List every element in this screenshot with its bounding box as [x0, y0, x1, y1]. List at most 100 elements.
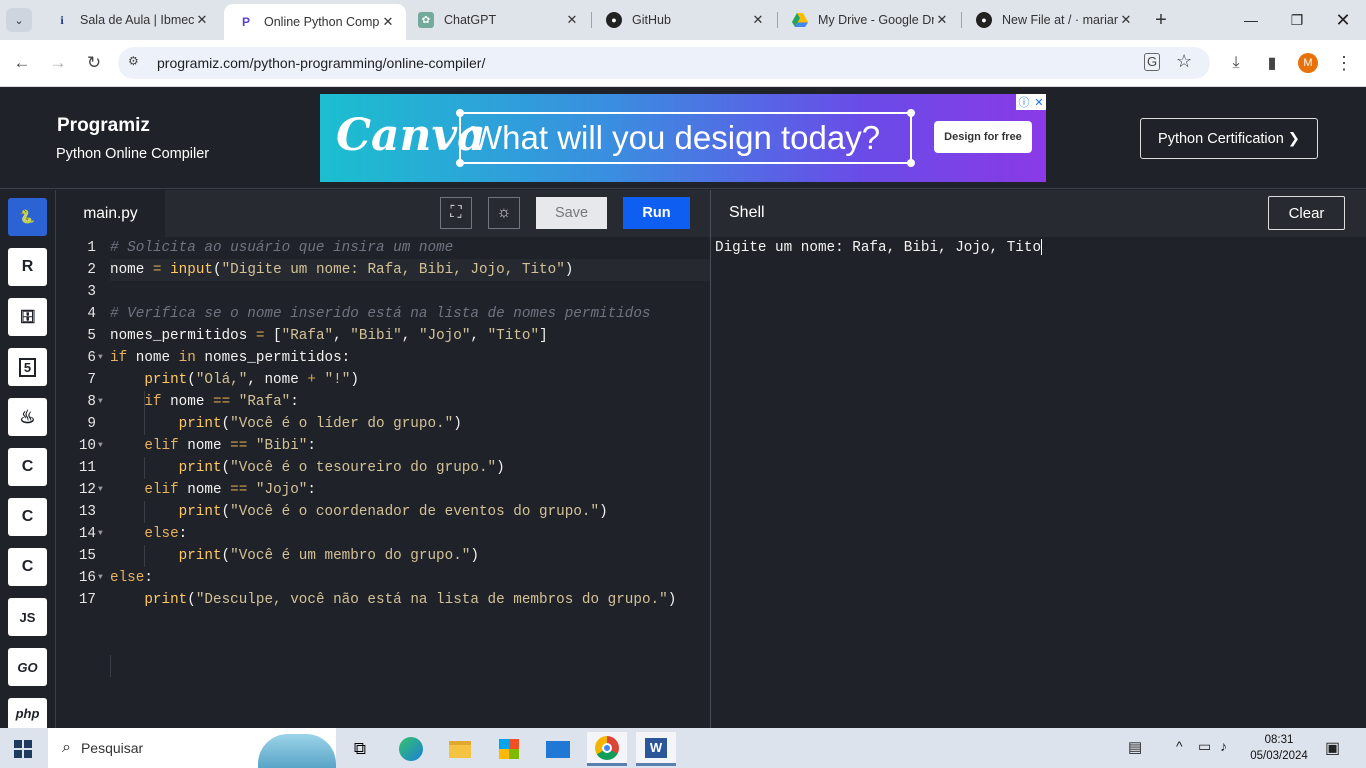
close-icon[interactable]: ✕ — [1118, 12, 1134, 28]
tab-ibmec[interactable]: i Sala de Aula | Ibmec ✕ — [40, 0, 220, 40]
minimize-button[interactable]: — — [1228, 0, 1274, 40]
url-text[interactable]: programiz.com/python-programming/online-… — [157, 55, 485, 71]
close-icon[interactable]: ✕ — [750, 12, 766, 28]
certification-button[interactable]: Python Certification ❯ — [1140, 118, 1318, 159]
tab-title: GitHub — [632, 13, 671, 27]
new-tab-button[interactable]: + — [1148, 8, 1174, 32]
code-line[interactable]: elif nome == "Jojo": — [110, 479, 316, 501]
close-icon[interactable]: ✕ — [934, 12, 950, 28]
csharp-icon[interactable]: C — [8, 548, 47, 586]
download-icon[interactable]: ⤓ — [1221, 48, 1251, 78]
notifications-icon[interactable]: ▣ — [1325, 738, 1340, 758]
site-settings-icon[interactable]: ⚙ — [128, 54, 144, 70]
code-line[interactable]: print("Olá,", nome + "!") — [110, 369, 359, 391]
code-line[interactable]: if nome == "Rafa": — [110, 391, 299, 413]
network-icon[interactable]: ▭ — [1198, 738, 1211, 755]
fold-arrow-icon[interactable]: ▼ — [98, 479, 108, 501]
task-view-icon[interactable]: ⧉ — [340, 732, 380, 766]
word-icon[interactable]: W — [636, 732, 676, 766]
python-icon[interactable]: 🐍 — [8, 198, 47, 236]
ad-banner[interactable]: Canva What will you design today? Design… — [320, 94, 1046, 182]
logo[interactable]: Programiz — [57, 115, 150, 137]
info-icon[interactable]: ⓘ — [1018, 94, 1029, 110]
shell-output-line[interactable]: Digite um nome: Rafa, Bibi, Jojo, Tito — [715, 237, 1043, 259]
line-number: 6 — [87, 350, 96, 366]
tab-google-drive[interactable]: My Drive - Google Dr ✕ — [778, 0, 960, 40]
shell-output-area[interactable]: Digite um nome: Rafa, Bibi, Jojo, Tito — [711, 237, 1366, 728]
taskbar-search-field[interactable]: ⌕ Pesquisar — [48, 728, 336, 768]
code-line[interactable]: # Solicita ao usuário que insira um nome — [110, 237, 453, 259]
browser-tab-bar: ⌄ i Sala de Aula | Ibmec ✕ P Online Pyth… — [0, 0, 1366, 40]
html-icon[interactable]: 5 — [8, 348, 47, 386]
code-line[interactable]: else: — [110, 567, 153, 589]
close-icon[interactable]: ✕ — [380, 14, 396, 30]
translate-icon[interactable]: G — [1144, 53, 1161, 71]
r-icon[interactable]: R — [8, 248, 47, 286]
text-cursor — [1041, 239, 1043, 256]
system-clock[interactable]: 08:31 05/03/2024 — [1244, 732, 1314, 764]
clear-button[interactable]: Clear — [1268, 196, 1345, 230]
fold-arrow-icon[interactable]: ▼ — [98, 567, 108, 589]
tab-github[interactable]: ● GitHub ✕ — [592, 0, 776, 40]
code-line[interactable]: if nome in nomes_permitidos: — [110, 347, 350, 369]
lang-glyph: 🐍 — [19, 209, 36, 224]
close-window-button[interactable]: ✕ — [1320, 0, 1366, 40]
close-icon[interactable]: ✕ — [564, 12, 580, 28]
close-icon: ✕ — [1335, 9, 1351, 30]
code-editor[interactable]: 1 2 3 4 5 6 7 8 9 10 11 12 13 14 15 16 1… — [56, 237, 710, 728]
close-icon[interactable]: ✕ — [1034, 96, 1043, 109]
java-icon[interactable]: ♨ — [8, 398, 47, 436]
forward-button[interactable]: → — [43, 48, 73, 78]
star-icon[interactable]: ☆ — [1176, 51, 1192, 72]
fullscreen-button[interactable]: ⛶ — [440, 197, 472, 229]
theme-toggle-button[interactable]: ☼ — [488, 197, 520, 229]
mail-icon[interactable] — [538, 732, 578, 766]
back-button[interactable]: ← — [7, 48, 37, 78]
tab-chatgpt[interactable]: ✿ ChatGPT ✕ — [404, 0, 590, 40]
code-line[interactable]: print("Você é o tesoureiro do grupo.") — [110, 457, 505, 479]
profile-avatar[interactable]: M — [1293, 48, 1323, 78]
chrome-icon[interactable] — [587, 732, 627, 766]
code-line[interactable]: else: — [110, 523, 187, 545]
tab-github-new-file[interactable]: ● New File at / · mariar ✕ — [962, 0, 1144, 40]
restore-button[interactable]: ❐ — [1274, 0, 1320, 40]
ad-info[interactable]: ⓘ ✕ — [1016, 94, 1046, 110]
go-icon[interactable]: GO — [8, 648, 47, 686]
windows-start-icon[interactable] — [14, 740, 32, 758]
clock-time: 08:31 — [1264, 734, 1294, 746]
file-tab[interactable]: main.py — [56, 190, 165, 237]
close-icon[interactable]: ✕ — [194, 12, 210, 28]
reload-button[interactable]: ↻ — [79, 48, 109, 78]
code-line[interactable]: # Verifica se o nome inserido está na li… — [110, 303, 651, 325]
fold-arrow-icon[interactable]: ▼ — [98, 391, 108, 413]
fold-arrow-icon[interactable]: ▼ — [98, 523, 108, 545]
menu-icon[interactable]: ⋮ — [1329, 48, 1359, 78]
news-widget-icon[interactable]: ▤ — [1128, 738, 1142, 756]
ad-cta-button[interactable]: Design for free — [934, 121, 1032, 153]
run-button[interactable]: Run — [623, 197, 690, 229]
chevron-up-icon[interactable]: ^ — [1176, 738, 1183, 754]
volume-icon[interactable]: ♪ — [1220, 738, 1227, 754]
fold-arrow-icon[interactable]: ▼ — [98, 435, 108, 457]
c-icon[interactable]: C — [8, 448, 47, 486]
fold-arrow-icon[interactable]: ▼ — [98, 347, 108, 369]
code-line[interactable]: elif nome == "Bibi": — [110, 435, 316, 457]
save-button[interactable]: Save — [536, 197, 607, 229]
code-line[interactable]: print("Você é o líder do grupo.") — [110, 413, 462, 435]
edge-icon[interactable] — [391, 732, 431, 766]
code-line[interactable]: nomes_permitidos = ["Rafa", "Bibi", "Joj… — [110, 325, 548, 347]
sql-icon[interactable]: 🗄 — [8, 298, 47, 336]
file-explorer-icon[interactable] — [440, 732, 480, 766]
microsoft-store-icon[interactable] — [489, 732, 529, 766]
tab-programiz[interactable]: P Online Python Compi ✕ — [224, 4, 406, 40]
tab-search-button[interactable]: ⌄ — [6, 8, 32, 32]
side-panel-icon[interactable]: ▮ — [1257, 48, 1287, 78]
javascript-icon[interactable]: JS — [8, 598, 47, 636]
code-line[interactable]: print("Você é um membro do grupo.") — [110, 545, 479, 567]
php-icon[interactable]: php — [8, 698, 47, 728]
code-line[interactable]: print("Você é o coordenador de eventos d… — [110, 501, 608, 523]
url-field[interactable]: ⚙ programiz.com/python-programming/onlin… — [118, 47, 1210, 79]
code-line[interactable]: print("Desculpe, você não está na lista … — [110, 589, 676, 611]
cpp-icon[interactable]: C — [8, 498, 47, 536]
code-line[interactable]: nome = input("Digite um nome: Rafa, Bibi… — [110, 259, 573, 281]
